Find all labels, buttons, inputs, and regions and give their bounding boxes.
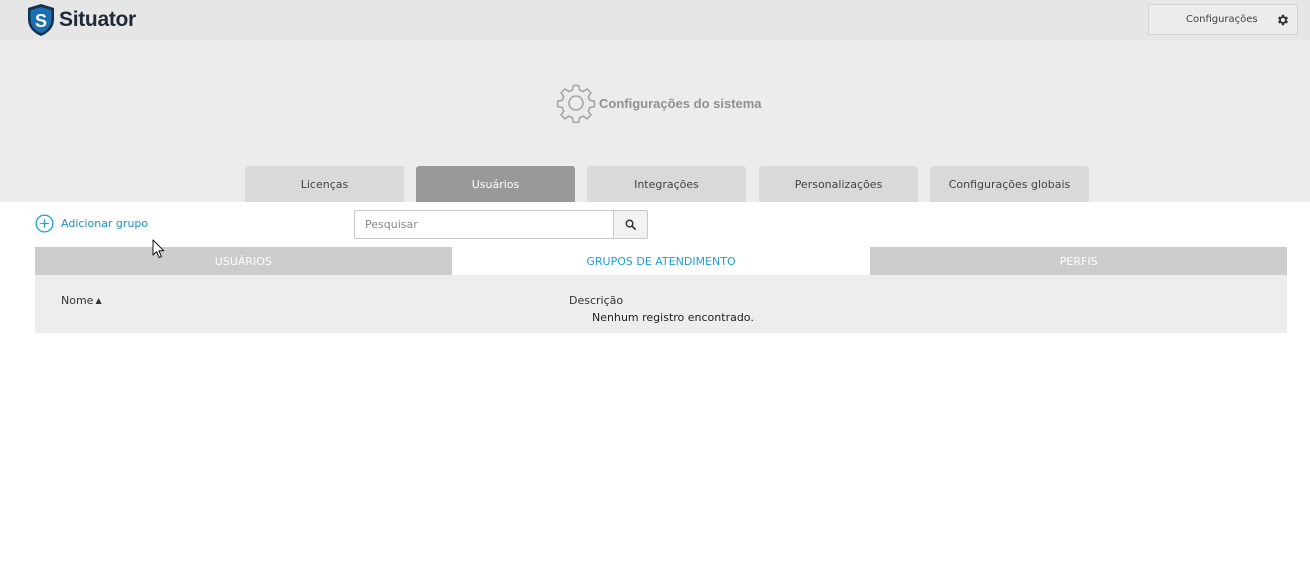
tab-licencas[interactable]: Licenças [245, 166, 404, 202]
empty-table-message: Nenhum registro encontrado. [592, 311, 754, 324]
settings-header: Configurações do sistema Licenças Usuári… [0, 40, 1310, 202]
add-group-button[interactable]: Adicionar grupo [35, 214, 148, 233]
subtab-grupos-de-atendimento[interactable]: GRUPOS DE ATENDIMENTO [452, 247, 870, 275]
app-logo[interactable]: S Situator [26, 2, 136, 38]
configuracoes-button[interactable]: Configurações [1148, 4, 1298, 35]
tab-personalizacoes[interactable]: Personalizações [759, 166, 918, 202]
tab-integracoes[interactable]: Integrações [587, 166, 746, 202]
mouse-cursor-icon [152, 239, 165, 259]
page-title-text: Configurações do sistema [599, 95, 762, 111]
column-header-nome-label: Nome [61, 294, 94, 307]
tab-usuarios[interactable]: Usuários [416, 166, 575, 202]
plus-circle-icon [35, 214, 54, 233]
add-group-label: Adicionar grupo [61, 217, 149, 230]
subtab-usuarios[interactable]: USUÁRIOS [35, 247, 452, 275]
top-bar: S Situator Configurações [0, 0, 1310, 40]
sort-ascending-icon: ▲ [95, 296, 102, 305]
shield-logo-icon: S [28, 4, 54, 36]
page-title: Configurações do sistema [556, 83, 762, 123]
sub-tabs: USUÁRIOS GRUPOS DE ATENDIMENTO PERFIS [35, 247, 1288, 275]
svg-text:S: S [35, 11, 47, 31]
search-input[interactable] [354, 210, 613, 239]
search-icon [625, 219, 636, 230]
gear-icon [1277, 14, 1289, 26]
column-header-nome[interactable]: Nome ▲ [61, 294, 102, 307]
brand-name: Situator [59, 8, 136, 31]
tab-configuracoes-globais[interactable]: Configurações globais [930, 166, 1089, 202]
search-bar [354, 210, 648, 239]
subtab-perfis[interactable]: PERFIS [870, 247, 1288, 275]
gear-icon [556, 84, 596, 123]
groups-table: Nome ▲ Descrição Nenhum registro encontra… [35, 275, 1287, 333]
search-button[interactable] [613, 210, 648, 239]
column-header-descricao: Descrição [569, 294, 624, 307]
configuracoes-button-label: Configurações [1186, 14, 1258, 25]
